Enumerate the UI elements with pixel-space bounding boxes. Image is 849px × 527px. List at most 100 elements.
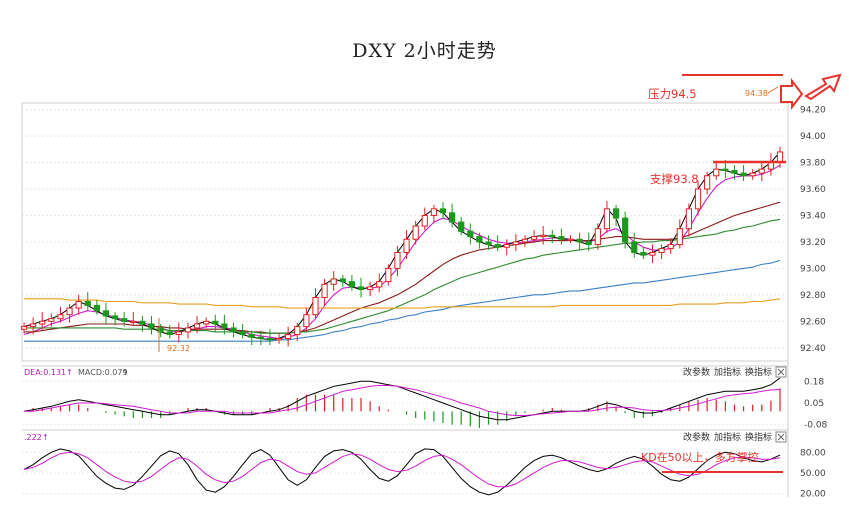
candle-body	[448, 212, 456, 223]
candle-body	[357, 286, 365, 291]
candle-body	[203, 320, 210, 325]
kd-edit-params-button[interactable]: 改参数	[683, 431, 710, 443]
kd-tick-label: 20.00	[800, 490, 826, 500]
candle-body	[385, 267, 392, 283]
candle-body	[84, 300, 91, 306]
candle-body	[603, 208, 611, 230]
high-marker-pointer	[767, 86, 779, 94]
kd-tick-label: 50.00	[800, 469, 826, 479]
candle-body	[549, 234, 556, 238]
candle-body	[294, 326, 301, 336]
candle-body	[640, 252, 647, 256]
kd-note: KD在50以上，多方掌控	[641, 450, 759, 464]
macd-tick-label: -0.08	[804, 421, 828, 431]
candle-body	[494, 244, 501, 248]
candle-body	[166, 331, 173, 336]
candle-body	[303, 314, 310, 328]
candle-body	[649, 252, 656, 256]
candle-body	[394, 252, 401, 269]
candle-body	[39, 320, 46, 325]
candle-body	[567, 238, 574, 241]
price-axis-ticks: 94.20 94.00 93.80 93.60 93.40 93.20 93.00 92.80…	[800, 106, 826, 354]
price-tick-label: 93.80	[800, 159, 826, 169]
macd-close-icon[interactable]	[775, 366, 787, 378]
candle-body	[467, 230, 474, 238]
kd-switch-indicator-button[interactable]: 换指标	[745, 431, 772, 443]
macd-dif-line	[23, 377, 781, 421]
price-tick-label: 92.40	[800, 344, 826, 354]
macd-switch-indicator-button[interactable]: 换指标	[745, 366, 772, 378]
candle-body	[485, 241, 492, 246]
candle-body	[558, 236, 565, 240]
kd-value-label: .222	[24, 433, 42, 442]
candle-body	[540, 234, 547, 238]
candle-body	[257, 336, 264, 340]
kd-up-arrow-icon: ↑	[42, 433, 49, 442]
candle-body	[594, 228, 601, 246]
candle-body	[121, 318, 128, 322]
candle-body	[367, 286, 374, 291]
candle-body	[48, 318, 55, 322]
price-tick-label: 92.60	[800, 317, 826, 327]
candle-body	[658, 248, 665, 254]
price-tick-label: 92.80	[800, 291, 826, 301]
price-tick-label: 93.40	[800, 211, 826, 221]
high-price-marker: 94.38	[745, 89, 768, 98]
candle-body	[221, 323, 228, 329]
candle-body	[704, 175, 711, 190]
candle-body	[749, 172, 756, 177]
candle-body	[512, 241, 519, 246]
kd-add-indicator-button[interactable]: 加指标	[714, 431, 741, 443]
candle-body	[631, 241, 638, 254]
candle-body	[348, 281, 356, 288]
price-tick-label: 93.00	[800, 264, 826, 274]
candle-body	[767, 162, 774, 170]
candle-body	[713, 168, 720, 177]
candle-body	[148, 323, 155, 329]
candle-body	[184, 327, 192, 333]
candle-body	[111, 315, 119, 320]
macd-add-indicator-button[interactable]: 加指标	[714, 366, 741, 378]
candle-body	[102, 310, 110, 317]
candle-body	[622, 217, 629, 243]
candle-body	[285, 334, 292, 340]
macd-up-arrow-icon: ↑	[66, 368, 73, 377]
candle-body	[694, 188, 702, 210]
candle-body	[339, 278, 346, 283]
candle-body	[57, 314, 64, 320]
price-tick-label: 94.00	[800, 132, 826, 142]
candle-body	[212, 320, 219, 325]
candle-body	[321, 283, 328, 298]
candle-body	[667, 244, 674, 250]
candle-body	[30, 323, 37, 328]
candle-body	[722, 168, 729, 171]
ma-line-ma-slow	[24, 201, 781, 334]
candle-body	[93, 304, 100, 312]
candle-body	[239, 331, 246, 336]
candle-body	[193, 323, 201, 329]
candle-body	[66, 307, 73, 316]
candle-body	[530, 236, 538, 240]
price-tick-label: 94.20	[800, 106, 826, 116]
candle-body	[421, 214, 428, 227]
candle-body	[503, 244, 510, 248]
candle-body	[175, 331, 182, 336]
kd-tick-label: 80.00	[800, 448, 826, 458]
candle-body	[412, 225, 419, 240]
support-label: 支撑93.8	[650, 172, 699, 186]
candle-body	[685, 208, 693, 230]
candle-body	[75, 300, 82, 309]
macd-edit-params-button[interactable]: 改参数	[683, 366, 710, 378]
macd-dea-line	[24, 385, 781, 416]
candle-body	[676, 228, 683, 246]
candle-body	[20, 326, 28, 330]
candle-body	[576, 238, 583, 243]
candle-body	[758, 168, 765, 174]
ma-line-ma-orange	[24, 298, 781, 309]
candle-body	[458, 221, 465, 232]
kd-close-icon[interactable]	[775, 431, 787, 443]
candle-body	[585, 241, 592, 246]
candle-body	[521, 238, 529, 243]
price-tick-label: 93.60	[800, 185, 826, 195]
candle-body	[612, 208, 620, 219]
